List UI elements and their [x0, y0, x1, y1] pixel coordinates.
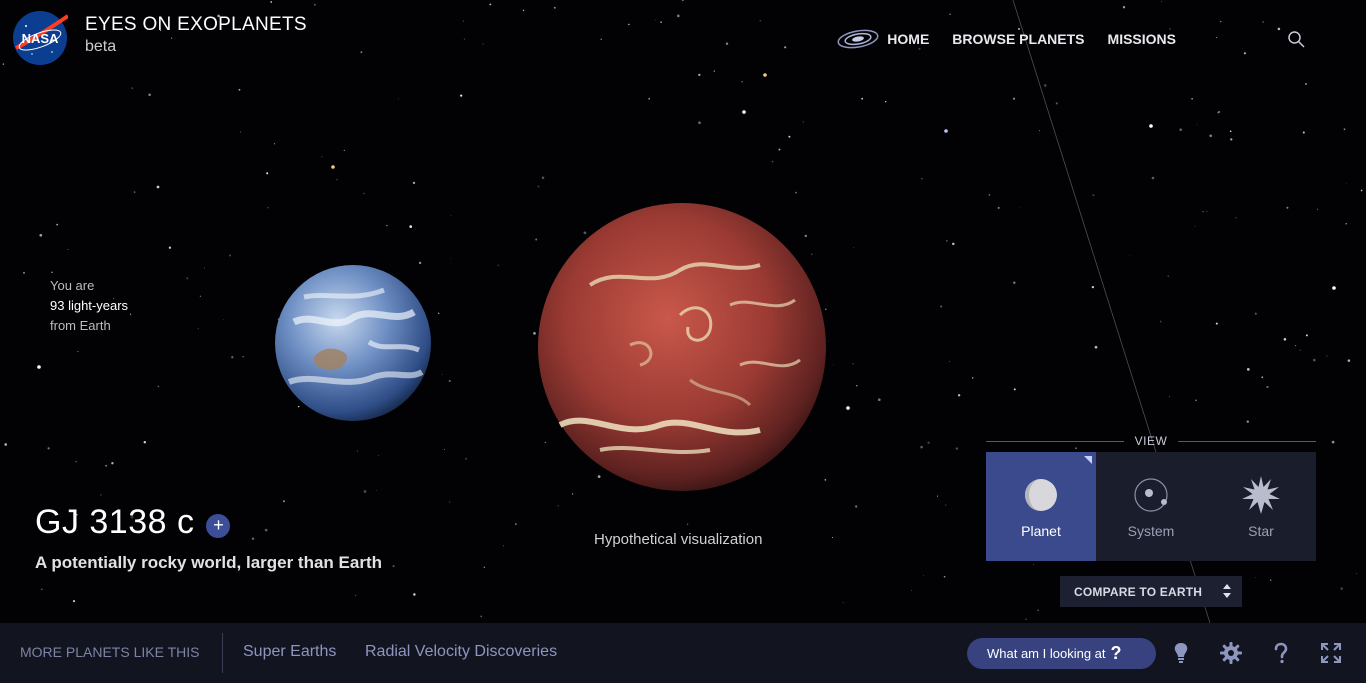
- fullscreen-icon[interactable]: [1319, 641, 1343, 665]
- nav-missions[interactable]: MISSIONS: [1108, 31, 1176, 47]
- sort-arrows-icon: [1223, 584, 1231, 598]
- nav-home-label: HOME: [887, 31, 930, 47]
- view-planet-button[interactable]: Planet: [986, 452, 1096, 561]
- view-panel: VIEW Planet System Star: [986, 432, 1316, 561]
- brand: NASA EYES ON EXOPLANETS beta: [12, 10, 307, 66]
- planet-name-row: GJ 3138 c +: [35, 503, 231, 542]
- chip-super-earths[interactable]: Super Earths: [243, 643, 336, 661]
- help-icon[interactable]: [1269, 641, 1293, 665]
- question-mark-icon: ?: [1110, 643, 1122, 663]
- view-system-button[interactable]: System: [1096, 452, 1206, 561]
- search-icon[interactable]: [1287, 30, 1307, 50]
- distance-line-3: from Earth: [50, 318, 111, 333]
- top-nav: HOME BROWSE PLANETS MISSIONS: [837, 28, 1176, 50]
- distance-value: 93 light-years: [50, 298, 129, 313]
- lightbulb-icon[interactable]: [1169, 641, 1193, 665]
- add-planet-button[interactable]: +: [206, 513, 231, 538]
- chip-radial-velocity[interactable]: Radial Velocity Discoveries: [365, 643, 557, 661]
- nav-browse-planets[interactable]: BROWSE PLANETS: [952, 31, 1084, 47]
- planet-name: GJ 3138 c: [35, 503, 195, 541]
- planet-icon: [1025, 478, 1057, 511]
- system-icon: [1134, 477, 1168, 512]
- bottom-bar: MORE PLANETS LIKE THIS Super Earths Radi…: [0, 623, 1366, 683]
- distance-line-1: You are: [50, 278, 95, 293]
- nav-home[interactable]: HOME: [837, 28, 929, 50]
- view-system-label: System: [1127, 522, 1175, 539]
- view-planet-label: Planet: [1021, 522, 1061, 539]
- distance-readout: You are 93 light-years from Earth: [50, 276, 128, 336]
- more-planets-label: MORE PLANETS LIKE THIS: [20, 644, 200, 660]
- exoplanet-visualization: [538, 203, 826, 491]
- earth-image: [275, 265, 431, 421]
- compare-label: COMPARE TO EARTH: [1074, 584, 1203, 599]
- gear-icon[interactable]: [1219, 641, 1243, 665]
- view-title: VIEW: [1134, 434, 1168, 448]
- what-am-i-looking-at-button[interactable]: What am I looking at ?: [967, 638, 1156, 669]
- star-icon: [1242, 475, 1280, 514]
- view-star-label: Star: [1248, 522, 1274, 539]
- view-star-button[interactable]: Star: [1206, 452, 1316, 561]
- app-subtitle: beta: [85, 38, 117, 55]
- active-corner-indicator: [1084, 456, 1092, 464]
- visualization-caption: Hypothetical visualization: [594, 531, 763, 548]
- logo-text: NASA: [22, 31, 59, 46]
- view-header: VIEW: [986, 432, 1316, 450]
- nasa-logo[interactable]: NASA: [12, 10, 68, 66]
- looking-label: What am I looking at: [987, 646, 1106, 661]
- bottom-divider: [222, 633, 223, 673]
- app-title: EYES ON EXOPLANETS: [85, 14, 307, 35]
- galaxy-icon: [837, 29, 879, 49]
- compare-to-earth-select[interactable]: COMPARE TO EARTH: [1060, 576, 1242, 607]
- planet-description: A potentially rocky world, larger than E…: [35, 553, 382, 572]
